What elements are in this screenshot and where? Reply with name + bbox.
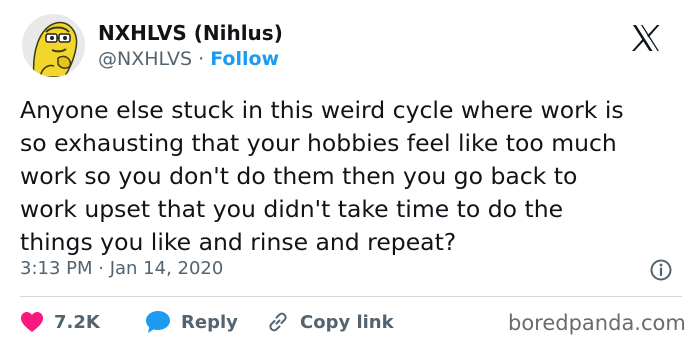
user-handle[interactable]: @NXHLVS [98,48,192,70]
copy-link-label: Copy link [300,311,394,333]
reply-bubble-icon [146,311,170,333]
reply-button[interactable]: Reply [145,306,238,338]
handle-row: @NXHLVS · Follow [98,48,279,70]
tweet-text: Anyone else stuck in this weird cycle wh… [20,96,624,256]
like-button[interactable]: 7.2K [20,306,100,338]
avatar[interactable] [22,14,85,77]
x-logo-icon[interactable] [630,22,662,54]
link-icon [269,312,287,332]
reply-label: Reply [181,311,238,333]
watermark: boredpanda.com [508,311,686,335]
heart-icon [21,312,43,332]
copy-link-button[interactable]: Copy link [266,306,394,338]
follow-button[interactable]: Follow [210,48,279,70]
info-icon[interactable] [649,258,673,282]
like-count: 7.2K [54,311,100,333]
yellow-fish-avatar-icon [22,14,85,77]
separator: · [198,48,205,70]
tweet-timestamp[interactable]: 3:13 PM · Jan 14, 2020 [20,258,223,279]
tweet-header: NXHLVS (Nihlus) @NXHLVS · Follow [22,14,682,78]
display-name[interactable]: NXHLVS (Nihlus) [98,21,283,45]
divider [20,296,682,297]
